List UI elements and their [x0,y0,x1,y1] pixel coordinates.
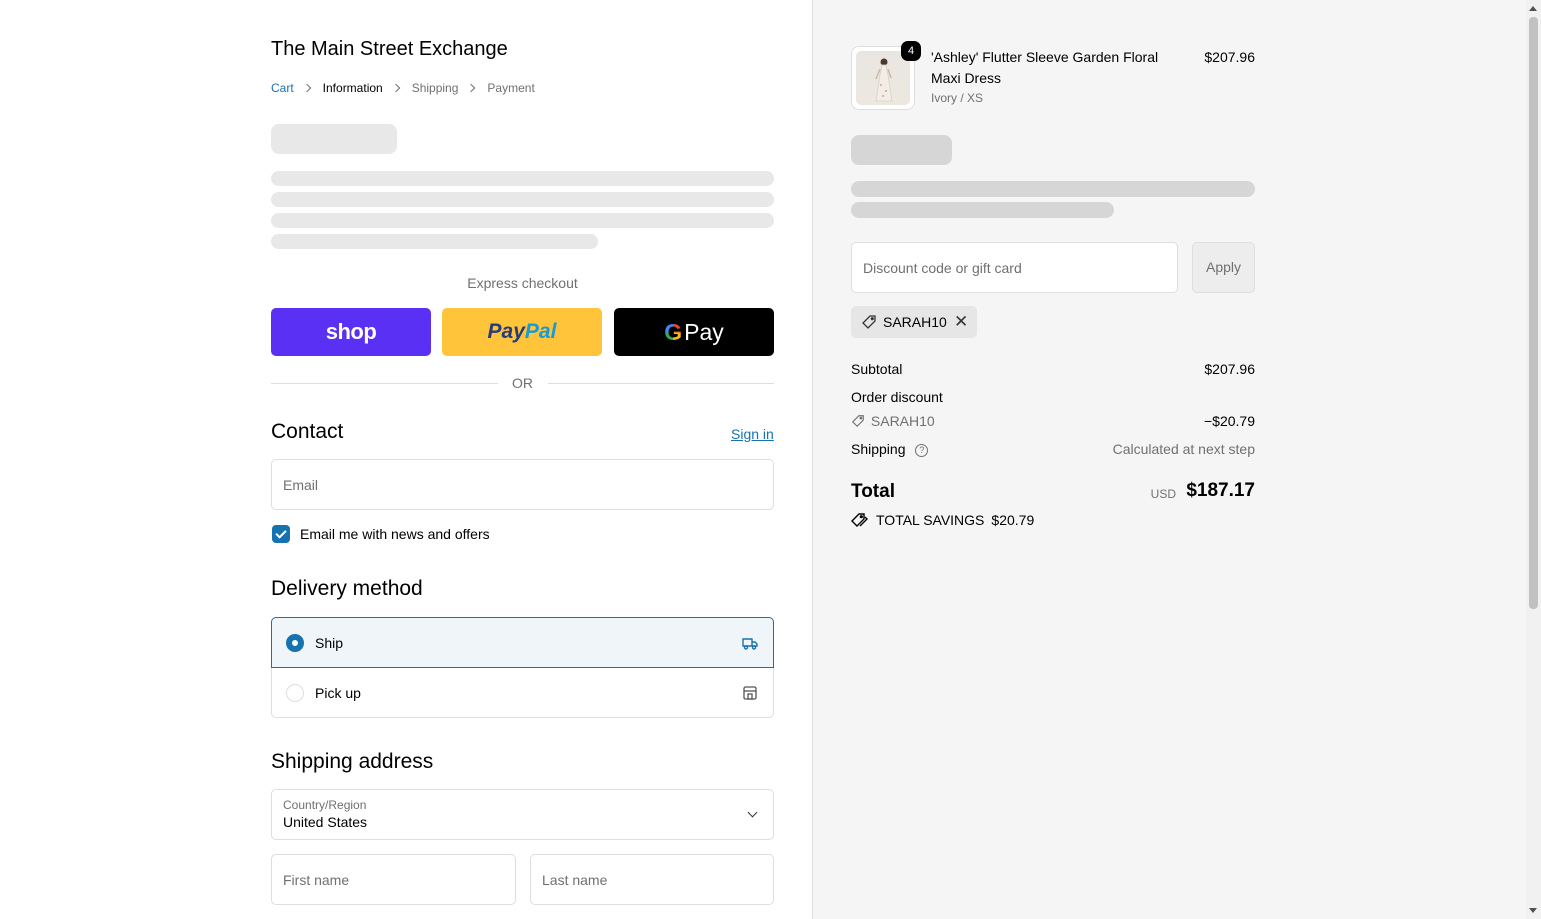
dress-model-image [875,58,893,102]
breadcrumb: Cart Information Shipping Payment [271,81,535,95]
scroll-up-icon[interactable] [1529,6,1537,11]
discount-code-input[interactable]: Discount code or gift card [851,242,1178,293]
chevron-right-icon [302,83,311,93]
google-pay-button[interactable]: G Pay [614,308,774,356]
newsletter-checkbox[interactable] [272,525,290,543]
breadcrumb-shipping: Shipping [411,81,459,95]
question-circle-icon[interactable]: ? [915,444,929,457]
country-label: Country/Region [283,798,367,812]
chevron-right-icon [467,83,476,93]
loading-skeleton [851,202,1114,218]
shipping-label: Shipping [851,441,906,457]
product-price: $207.96 [1204,49,1255,65]
loading-skeleton [271,213,774,228]
shipping-value: Calculated at next step [1112,441,1255,457]
truck-icon [742,638,758,650]
subtotal-value: $207.96 [1204,361,1255,377]
pickup-label: Pick up [315,685,361,701]
quantity-badge: 4 [901,41,921,61]
loading-skeleton [851,181,1255,197]
store-icon [743,686,757,700]
email-field[interactable]: Email [271,459,774,510]
first-name-field[interactable]: First name [271,854,516,905]
discount-value: −$20.79 [1204,413,1255,429]
savings-tag-icon [851,513,868,527]
delivery-option-ship[interactable]: Ship [271,617,774,668]
total-savings-label: TOTAL SAVINGS [876,512,985,528]
subtotal-row: Subtotal $207.96 [851,361,1255,377]
or-label: OR [512,375,533,391]
breadcrumb-payment: Payment [487,81,535,95]
or-divider: OR [271,375,774,391]
country-select[interactable]: Country/Region United States [271,789,774,840]
apply-discount-button[interactable]: Apply [1192,242,1255,293]
shop-pay-logo: shop [325,319,377,344]
paypal-logo-part2: Pal [524,320,557,343]
email-placeholder: Email [283,477,319,493]
shop-pay-button[interactable]: shop [271,308,431,356]
total-savings-value: $20.79 [991,512,1035,528]
ship-label: Ship [315,635,344,651]
subtotal-label: Subtotal [851,361,903,377]
chevron-down-icon [747,807,758,818]
product-image [856,51,910,105]
total-savings-row: TOTAL SAVINGS $20.79 [851,512,1034,528]
page-scrollbar[interactable] [1526,0,1541,919]
order-discount-label: Order discount [851,389,943,405]
store-title[interactable]: The Main Street Exchange [271,38,508,61]
sign-in-link[interactable]: Sign in [731,426,774,442]
scrollbar-thumb[interactable] [1529,17,1538,609]
total-label: Total [851,481,895,502]
chevron-right-icon [391,83,400,93]
order-discount-row: Order discount [851,389,1255,405]
applied-code: SARAH10 [883,314,947,330]
discount-code-label: SARAH10 [870,413,935,429]
newsletter-label[interactable]: Email me with news and offers [300,526,490,542]
tag-icon [862,315,876,329]
paypal-button[interactable]: Pay Pal [442,308,602,356]
loading-skeleton [271,124,397,154]
first-name-placeholder: First name [283,872,350,888]
product-name: 'Ashley' Flutter Sleeve Garden Floral Ma… [931,49,1159,86]
delivery-option-pickup[interactable]: Pick up [272,668,773,718]
google-g-icon: G [664,318,683,345]
google-pay-label: Pay [684,318,724,345]
express-checkout-label: Express checkout [467,275,578,291]
scroll-down-icon[interactable] [1529,908,1537,913]
last-name-placeholder: Last name [542,872,608,888]
product-variant: Ivory / XS [931,91,984,105]
discount-code-row: SARAH10 −$20.79 [851,413,1255,429]
breadcrumb-cart[interactable]: Cart [271,81,294,95]
paypal-logo-part1: Pay [487,320,525,343]
loading-skeleton [271,234,598,249]
total-currency: USD [1150,487,1176,501]
loading-skeleton [271,192,774,207]
ship-radio[interactable] [286,634,304,652]
discount-placeholder: Discount code or gift card [863,260,1022,276]
last-name-field[interactable]: Last name [530,854,774,905]
delivery-method-heading: Delivery method [271,577,423,600]
checkout-main-panel: The Main Street Exchange Cart Informatio… [0,0,812,919]
delivery-method-options: Ship Pick up [271,617,774,718]
tag-icon [851,415,864,428]
close-icon[interactable]: ✕ [954,312,968,332]
breadcrumb-information: Information [322,81,383,95]
country-value: United States [283,814,368,830]
shipping-row: Shipping ? Calculated at next step [851,441,1255,457]
contact-heading: Contact [271,420,344,443]
loading-skeleton [271,171,774,186]
applied-discount-chip: SARAH10 ✕ [851,306,977,338]
pickup-radio[interactable] [286,684,304,702]
loading-skeleton [851,135,952,165]
shipping-address-heading: Shipping address [271,750,434,773]
total-value: $187.17 [1186,480,1255,501]
